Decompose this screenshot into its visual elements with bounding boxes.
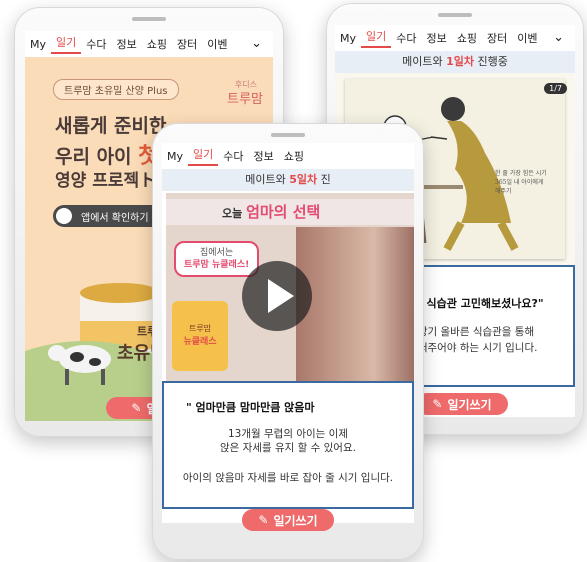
banner-text: 메이트와 (245, 173, 290, 186)
write-diary-button[interactable]: ✎ 일기쓰기 (416, 393, 508, 415)
play-button[interactable] (242, 261, 312, 331)
headline-3: 영양 프로젝ト (55, 171, 157, 191)
video-title-bar: 오늘 엄마의 선택 (166, 199, 414, 225)
headline-2-text: 우리 아이 (55, 146, 139, 168)
chevron-down-icon[interactable]: ⌄ (548, 30, 569, 45)
banner-day: 5일차 (289, 173, 318, 186)
speaker (438, 13, 472, 17)
formula-can: 트루맘 뉴클래스 (172, 301, 228, 371)
nav-item-my[interactable]: My (335, 32, 361, 45)
product-badge: 트루맘 초유밀 산양 Plus (53, 79, 179, 100)
nav-item-chat[interactable]: 수다 (218, 148, 248, 164)
center-screen: My 일기 수다 정보 쇼핑 메이트와 5일차 진 오늘 엄마의 선택 집에서는… (162, 143, 414, 523)
banner-day: 1일차 (446, 55, 475, 68)
can-brand-label: 트루맘 (188, 324, 212, 333)
nav-item-info[interactable]: 정보 (422, 30, 452, 46)
banner-suffix: 진행중 (474, 55, 508, 68)
nav-item-chat[interactable]: 수다 (391, 30, 421, 46)
app-cta-label: 앱에서 확인하기 (81, 213, 149, 224)
tip-text-2: 앉은 자세를 유지 할 수 있어요. (220, 442, 356, 454)
nav-item-shopping[interactable]: 쇼핑 (452, 30, 482, 46)
video-title-main: 엄마의 선택 (246, 203, 321, 221)
nav-item-market[interactable]: 장터 (172, 36, 202, 52)
sketch-caption-line-2: 365일 내 아이에게 (495, 179, 544, 186)
nav-item-info[interactable]: 정보 (112, 36, 142, 52)
nav-item-my[interactable]: My (162, 150, 188, 163)
nav-item-shopping[interactable]: 쇼핑 (142, 36, 172, 52)
sketch-caption: 한 줄 가장 힘든 시기 365일 내 아이에게 해주기 (495, 169, 547, 196)
write-diary-button[interactable]: ✎ 일기쓰기 (242, 509, 334, 531)
sketch-caption-line-1: 한 줄 가장 힘든 시기 (495, 170, 547, 177)
nav-item-diary[interactable]: 일기 (188, 146, 219, 166)
nav-item-info[interactable]: 정보 (249, 148, 279, 164)
tip-text-3: 아이의 앉음마 자세를 바로 잡아 줄 시기 입니다. (182, 472, 394, 484)
nav-item-diary[interactable]: 일기 (361, 28, 392, 48)
pencil-icon: ✎ (131, 401, 142, 415)
video-title-prefix: 오늘 (222, 207, 247, 220)
nav-item-shopping[interactable]: 쇼핑 (279, 148, 309, 164)
speaker (132, 17, 166, 21)
mate-progress-banner: 메이트와 1일차 진행중 (335, 51, 575, 73)
pencil-icon: ✎ (432, 397, 443, 411)
nav-item-chat[interactable]: 수다 (81, 36, 111, 52)
play-icon (268, 279, 294, 313)
speaker (271, 133, 305, 137)
pencil-icon: ✎ (258, 513, 269, 527)
nav-item-market[interactable]: 장터 (482, 30, 512, 46)
mate-progress-banner: 메이트와 5일차 진 (162, 169, 414, 191)
center-phone: My 일기 수다 정보 쇼핑 메이트와 5일차 진 오늘 엄마의 선택 집에서는… (152, 123, 424, 560)
tip-quote: " 엄마만큼 맘마만큼 앉음마 (186, 401, 315, 414)
video-sticker: 집에서는 트루맘 뉴클래스! (174, 241, 260, 277)
toggle-knob-icon (56, 208, 72, 224)
nav-item-event[interactable]: 이벤 (202, 36, 232, 52)
headline-1: 새롭게 준비한 (55, 115, 167, 137)
sticker-line-2: 트루맘 뉴클래스! (184, 260, 250, 270)
chevron-down-icon[interactable]: ⌄ (246, 36, 267, 51)
top-nav: My 일기 수다 정보 쇼핑 (162, 143, 414, 169)
can-product-label: 뉴클래스 (183, 337, 217, 347)
top-nav: My 일기 수다 정보 쇼핑 장터 이벤 ⌄ (25, 31, 273, 57)
banner-text: 메이트와 (402, 55, 447, 68)
nav-item-event[interactable]: 이벤 (512, 30, 542, 46)
tip-card: " 엄마만큼 맘마만큼 앉음마 13개월 무렵의 아이는 이제 앉은 자세를 유… (162, 381, 414, 509)
write-button-label: 일기쓰기 (273, 513, 318, 528)
tip-text-1: 13개월 무렵의 아이는 이제 (228, 428, 348, 440)
video-photo-bg (296, 227, 414, 381)
video-thumbnail[interactable]: 오늘 엄마의 선택 집에서는 트루맘 뉴클래스! 트루맘 뉴클래스 (166, 193, 414, 381)
nav-item-diary[interactable]: 일기 (51, 34, 82, 54)
brand-logo: 트루맘 (227, 92, 263, 107)
banner-suffix: 진 (317, 173, 331, 186)
sticker-line-1: 집에서는 (200, 248, 234, 258)
nav-item-my[interactable]: My (25, 38, 51, 51)
top-nav: My 일기 수다 정보 쇼핑 장터 이벤 ⌄ (335, 25, 575, 51)
write-button-label: 일기쓰기 (447, 397, 492, 412)
sketch-caption-line-3: 해주기 (495, 188, 512, 195)
